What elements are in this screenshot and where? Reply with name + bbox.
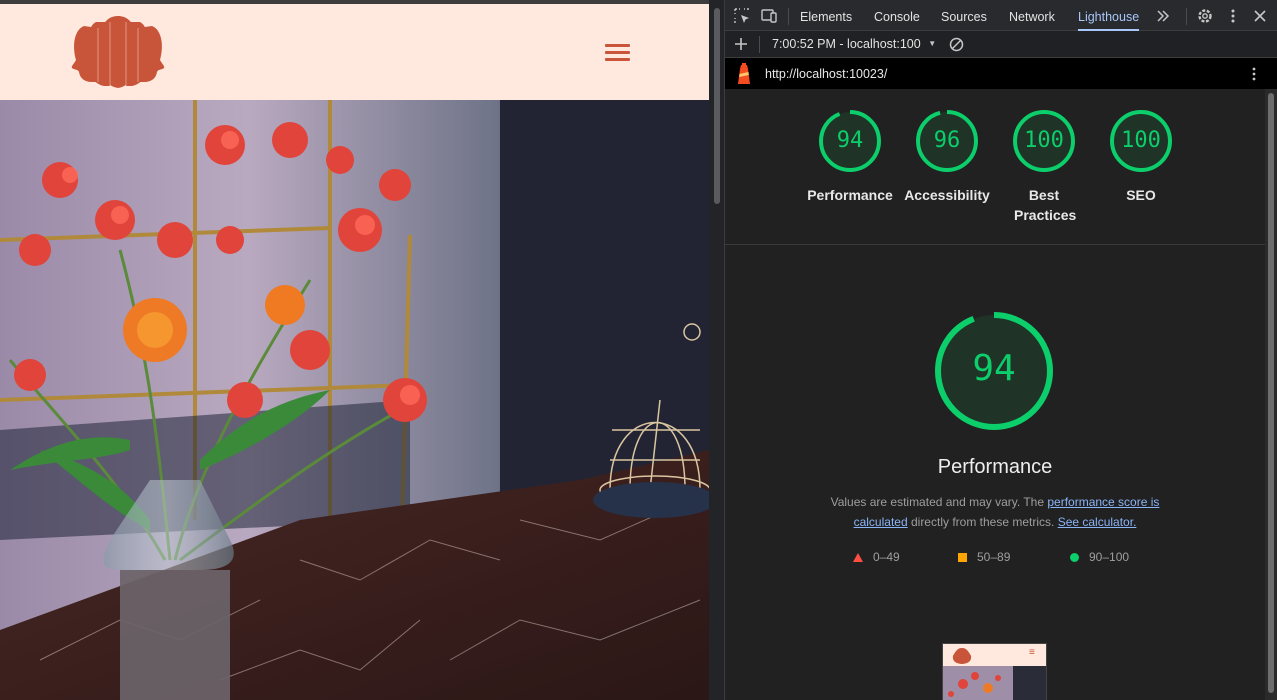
legend-pass-range: 90–100 xyxy=(1089,550,1130,564)
clear-icon[interactable] xyxy=(949,37,964,52)
tab-elements[interactable]: Elements xyxy=(800,0,852,31)
performance-description: Values are estimated and may vary. The p… xyxy=(810,492,1180,532)
website-viewport xyxy=(0,0,709,700)
report-selector[interactable]: 7:00:52 PM - localhost:100 ▼ xyxy=(772,37,936,51)
score-legend: 0–49 50–89 90–100 xyxy=(725,548,1265,568)
lighthouse-report: 94 Performance 96 Accessibility 100 Best… xyxy=(725,89,1265,700)
tab-sources[interactable]: Sources xyxy=(941,0,987,31)
device-toolbar-icon[interactable] xyxy=(760,7,778,25)
circle-icon xyxy=(1070,553,1079,563)
section-divider xyxy=(725,244,1265,245)
gauge-performance[interactable]: 94 Performance xyxy=(802,109,898,205)
legend-pass: 90–100 xyxy=(1070,550,1129,564)
report-selector-label: 7:00:52 PM - localhost:100 xyxy=(772,37,921,51)
gauge-ring: 100 xyxy=(1012,109,1076,173)
page-scrollbar-thumb[interactable] xyxy=(714,8,720,204)
report-url-bar: http://localhost:10023/ xyxy=(725,58,1277,89)
gauge-label: Best Practices xyxy=(1014,187,1077,223)
thumbnail-menu-icon: ≡ xyxy=(1029,647,1035,658)
report-url: http://localhost:10023/ xyxy=(765,67,888,81)
devtools-tabbar: Elements Console Sources Network Lightho… xyxy=(725,0,1277,31)
site-header xyxy=(0,4,709,100)
legend-fail: 0–49 xyxy=(853,550,900,564)
performance-main-gauge: 94 xyxy=(933,310,1055,432)
gauge-label: SEO xyxy=(1126,187,1156,203)
more-vert-icon[interactable] xyxy=(1224,7,1242,25)
final-screenshot-thumbnail[interactable]: ≡ xyxy=(942,643,1047,700)
gauge-ring: 96 xyxy=(915,109,979,173)
triangle-icon xyxy=(853,553,863,563)
logo-icon[interactable] xyxy=(70,16,166,88)
see-calculator-link[interactable]: See calculator. xyxy=(1058,515,1137,529)
gauge-ring: 94 xyxy=(818,109,882,173)
gauge-score: 94 xyxy=(836,128,864,153)
chevrons-right-icon[interactable] xyxy=(1154,7,1172,25)
thumbnail-header: ≡ xyxy=(943,644,1046,666)
tab-console[interactable]: Console xyxy=(874,0,920,31)
report-scrollbar-thumb[interactable] xyxy=(1268,93,1274,693)
inspect-element-icon[interactable] xyxy=(733,7,751,25)
hamburger-menu-icon[interactable] xyxy=(600,40,634,70)
thumbnail-logo-icon xyxy=(952,648,972,664)
gauge-label: Accessibility xyxy=(904,187,990,203)
plus-icon[interactable] xyxy=(734,37,748,51)
lighthouse-logo-icon xyxy=(738,63,750,84)
gauge-seo[interactable]: 100 SEO xyxy=(1093,109,1189,205)
gauge-score: 100 xyxy=(1024,128,1064,153)
caret-down-icon: ▼ xyxy=(928,39,937,48)
legend-average-range: 50–89 xyxy=(977,550,1011,564)
panel-splitter[interactable] xyxy=(709,0,725,700)
gear-icon[interactable] xyxy=(1196,7,1214,25)
legend-average: 50–89 xyxy=(958,550,1010,564)
square-icon xyxy=(958,553,967,563)
thumbnail-image xyxy=(943,666,1046,700)
gauge-accessibility[interactable]: 96 Accessibility xyxy=(899,109,995,205)
tab-lighthouse[interactable]: Lighthouse xyxy=(1078,0,1140,31)
gauge-score: 96 xyxy=(933,128,961,153)
tab-network[interactable]: Network xyxy=(1009,0,1055,31)
performance-main-score: 94 xyxy=(972,348,1016,389)
gauge-label: Performance xyxy=(807,187,893,203)
gauge-score: 100 xyxy=(1121,128,1161,153)
devtools-panel: Elements Console Sources Network Lightho… xyxy=(725,0,1277,700)
lighthouse-toolbar: 7:00:52 PM - localhost:100 ▼ xyxy=(725,31,1277,58)
legend-fail-range: 0–49 xyxy=(873,550,900,564)
report-menu-icon[interactable] xyxy=(1247,66,1261,82)
gauge-best-practices[interactable]: 100 Best Practices xyxy=(996,109,1092,225)
gauge-ring: 100 xyxy=(1109,109,1173,173)
close-icon[interactable] xyxy=(1251,7,1269,25)
hero-image xyxy=(0,100,709,700)
desc-text: Values are estimated and may vary. The xyxy=(830,495,1048,509)
report-scrollbar[interactable] xyxy=(1265,89,1277,700)
performance-title: Performance xyxy=(937,456,1053,478)
desc-text-mid: directly from these metrics. xyxy=(907,515,1058,529)
